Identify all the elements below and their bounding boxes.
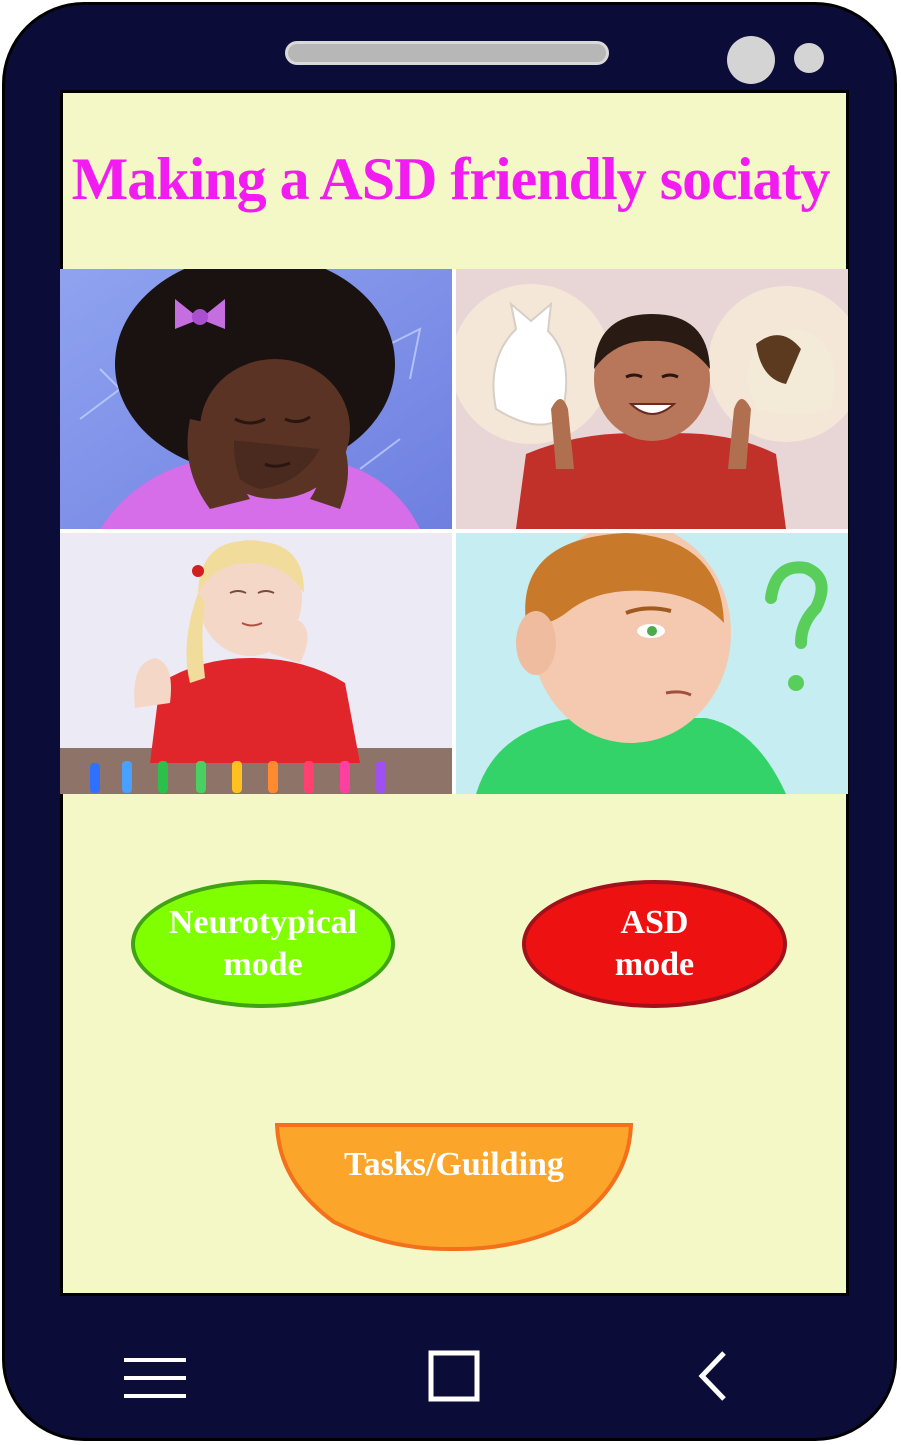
asd-mode-button[interactable]: ASD mode bbox=[522, 880, 787, 1008]
illustration-grid bbox=[60, 269, 848, 794]
square-home-icon[interactable] bbox=[428, 1350, 480, 1402]
tasks-guiding-label: Tasks/Guilding bbox=[344, 1146, 564, 1183]
sensor-icon bbox=[794, 43, 824, 73]
tasks-guiding-button[interactable]: Tasks/Guilding bbox=[274, 1122, 634, 1252]
girl-with-crayons-image bbox=[60, 533, 452, 794]
speaker-grille bbox=[285, 41, 609, 65]
back-chevron-icon[interactable] bbox=[696, 1350, 730, 1402]
boy-with-cats-image bbox=[456, 269, 848, 529]
front-camera-icon bbox=[727, 36, 775, 84]
menu-icon[interactable] bbox=[124, 1356, 188, 1400]
girl-covering-ears-image bbox=[60, 269, 452, 529]
page-title: Making a ASD friendly sociaty bbox=[71, 146, 831, 212]
neurotypical-mode-button[interactable]: Neurotypical mode bbox=[131, 880, 395, 1008]
boy-with-question-mark-image bbox=[456, 533, 848, 794]
